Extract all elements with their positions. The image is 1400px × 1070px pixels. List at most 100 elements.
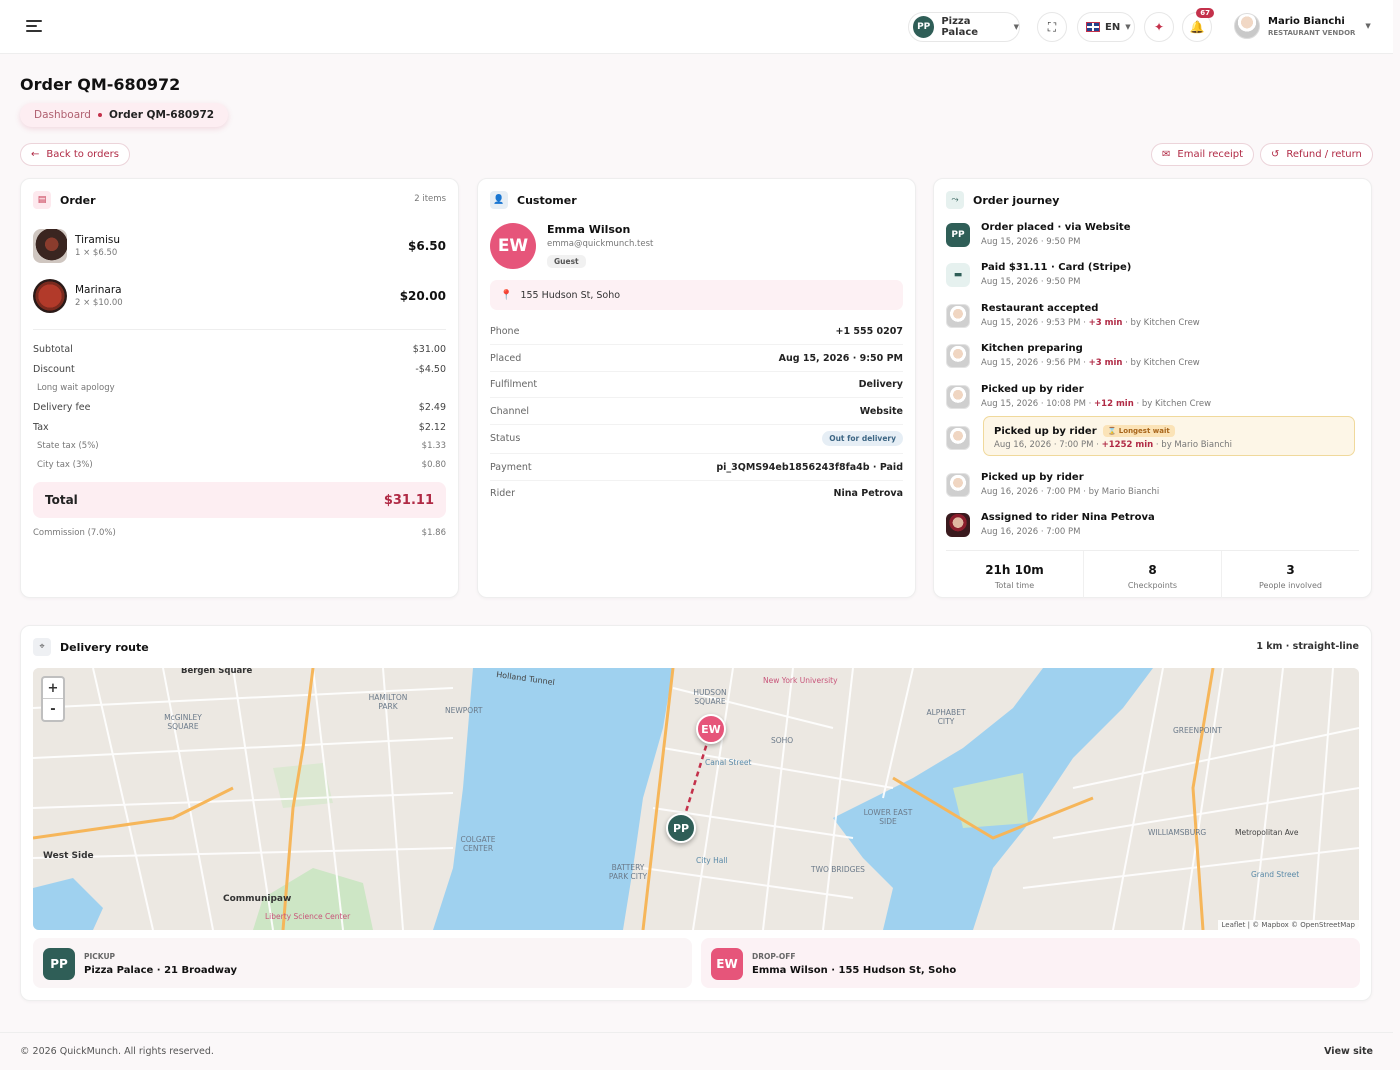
copyright: © 2026 QuickMunch. All rights reserved. (20, 1046, 214, 1057)
email-receipt-button[interactable]: ✉ Email receipt (1151, 143, 1255, 166)
summary-row: City tax (3%) $0.80 (33, 460, 446, 470)
dropoff-avatar: EW (711, 948, 743, 980)
journey-event: Restaurant accepted Aug 15, 2026 · 9:53 … (946, 300, 1359, 340)
breadcrumb-dashboard[interactable]: Dashboard (34, 109, 91, 121)
journey-event: Picked up by rider Aug 16, 2026 · 7:00 P… (946, 469, 1359, 509)
chef-avatar-icon (946, 426, 970, 450)
customer-tag: Guest (547, 255, 586, 268)
order-item-qty: 1 × $6.50 (75, 248, 118, 258)
journey-card-title: Order journey (973, 193, 1060, 207)
notifications-button[interactable]: 🔔 67 (1182, 8, 1214, 42)
footer: © 2026 QuickMunch. All rights reserved. … (0, 1032, 1393, 1070)
customer-card: 👤 Customer EW Emma Wilson emma@quickmunc… (477, 178, 916, 598)
customer-email[interactable]: emma@quickmunch.test (547, 239, 653, 249)
fullscreen-icon: ⛶ (1047, 19, 1057, 34)
ai-assistant-button[interactable]: ✦ (1144, 12, 1174, 42)
fullscreen-button[interactable]: ⛶ (1037, 12, 1067, 42)
breadcrumb-current: Order QM-680972 (108, 109, 215, 121)
summary-value: $2.49 (418, 402, 446, 413)
customer-card-title: Customer (517, 193, 577, 207)
summary-row: Subtotal $31.00 (33, 344, 446, 355)
stat-value: 3 (1286, 563, 1295, 577)
event-delta: +1252 min (1101, 440, 1154, 450)
detail-key: Status (490, 433, 521, 444)
order-item-count: 2 items (414, 194, 446, 204)
commission-label: Commission (7.0%) (33, 528, 116, 538)
event-meta: Aug 16, 2026 · 7:00 PM · +1252 min · by … (994, 440, 1232, 450)
event-meta: Aug 15, 2026 · 9:53 PM · +3 min · by Kit… (981, 318, 1200, 328)
back-to-orders-button[interactable]: ← Back to orders (20, 143, 130, 166)
order-item-name: Marinara (75, 284, 122, 296)
divider (33, 329, 446, 330)
event-by: · by Kitchen Crew (1122, 318, 1200, 328)
location-pin-icon: 📍 (500, 289, 513, 301)
journey-event: PP Order placed · via Website Aug 15, 20… (946, 219, 1359, 259)
marinara-image (33, 279, 67, 313)
pickup-value: Pizza Palace · 21 Broadway (84, 965, 238, 976)
route-card-title: Delivery route (60, 640, 149, 654)
detail-row-status: Status Out for delivery (490, 431, 903, 454)
stat-total-time: 21h 10m Total time (946, 551, 1084, 598)
total-value: $31.11 (383, 492, 434, 508)
language-switcher[interactable]: EN ▼ (1077, 12, 1135, 42)
total-label: Total (45, 493, 78, 507)
summary-value: $31.00 (412, 344, 446, 355)
bell-icon: 🔔 (1189, 20, 1205, 34)
journey-event: Picked up by rider Aug 15, 2026 · 10:08 … (946, 381, 1359, 421)
stat-label: People involved (1259, 581, 1322, 590)
uk-flag-icon (1086, 22, 1100, 32)
breadcrumb-separator (97, 113, 102, 117)
event-time: Aug 16, 2026 · 7:00 PM (981, 527, 1081, 537)
pickup-marker[interactable]: PP (666, 813, 696, 843)
user-name: Mario Bianchi (1268, 15, 1345, 27)
event-title: Paid $31.11 · Card (Stripe) (981, 262, 1132, 273)
summary-value: $0.80 (421, 460, 446, 470)
journey-stats: 21h 10m Total time 8 Checkpoints 3 People i… (946, 550, 1359, 598)
summary-label: Delivery fee (33, 402, 91, 413)
stat-people: 3 People involved (1222, 551, 1359, 598)
user-icon: 👤 (490, 191, 508, 209)
view-site-link[interactable]: View site (1324, 1046, 1373, 1057)
menu-icon[interactable] (26, 20, 42, 32)
journey-event: ▬ Paid $31.11 · Card (Stripe) Aug 15, 20… (946, 259, 1359, 299)
event-meta: Aug 15, 2026 · 9:50 PM (981, 277, 1081, 287)
badge-text: Longest wait (1118, 427, 1170, 435)
receipt-icon: ▤ (33, 191, 51, 209)
refund-button[interactable]: ↺ Refund / return (1260, 143, 1373, 166)
detail-row-payment: Payment pi_3QMS94eb1856243f8fa4b · Paid (490, 462, 903, 481)
event-meta: Aug 15, 2026 · 10:08 PM · +12 min · by K… (981, 399, 1211, 409)
detail-key: Channel (490, 406, 530, 417)
order-item-price: $6.50 (408, 239, 446, 253)
user-menu[interactable]: Mario Bianchi RESTAURANT VENDOR ▼ (1234, 13, 1371, 39)
event-title: Order placed · via Website (981, 222, 1131, 233)
restaurant-switcher[interactable]: PP Pizza Palace ▼ (908, 12, 1020, 42)
summary-label: City tax (3%) (37, 460, 93, 470)
stat-value: 21h 10m (985, 563, 1044, 577)
map-icon: ⌖ (33, 638, 51, 656)
status-badge: Out for delivery (822, 431, 903, 446)
event-title: Picked up by rider (981, 472, 1084, 483)
delivery-map[interactable]: Bergen Square West Side Communipaw Holla… (33, 668, 1359, 930)
commission-value: $1.86 (421, 528, 446, 538)
event-time: Aug 16, 2026 · 7:00 PM · by Mario Bianch… (981, 487, 1160, 497)
chef-avatar-icon (946, 473, 970, 497)
restaurant-logo: PP (913, 16, 935, 38)
sparkle-icon: ✦ (1153, 20, 1165, 34)
route-distance: 1 km · straight-line (1256, 641, 1359, 652)
chef-avatar-icon (946, 385, 970, 409)
stat-value: 8 (1148, 563, 1157, 577)
summary-row: Delivery fee $2.49 (33, 402, 446, 413)
rider-avatar-icon (946, 513, 970, 537)
map-attribution[interactable]: Leaflet | © Mapbox © OpenStreetMap (1217, 920, 1359, 930)
zoom-in-button[interactable]: + (43, 678, 63, 699)
event-time: Aug 15, 2026 · 9:50 PM (981, 237, 1081, 247)
detail-value: Nina Petrova (833, 488, 903, 499)
dropoff-marker[interactable]: EW (696, 714, 726, 744)
event-time: Aug 15, 2026 · 9:53 PM · (981, 318, 1089, 328)
journey-card: ⤳ Order journey PP Order placed · via We… (933, 178, 1372, 598)
detail-value: Delivery (858, 379, 903, 390)
zoom-out-button[interactable]: - (43, 699, 63, 720)
notification-count: 67 (1196, 8, 1214, 18)
detail-row-placed: Placed Aug 15, 2026 · 9:50 PM (490, 353, 903, 372)
detail-row-fulfilment: Fulfilment Delivery (490, 379, 903, 398)
